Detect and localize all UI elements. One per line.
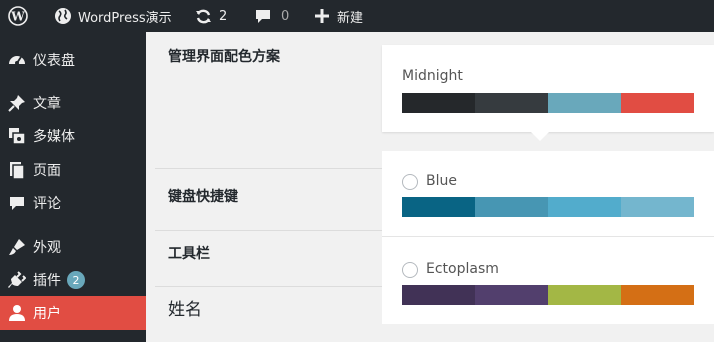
palette-color <box>548 285 621 305</box>
sidebar-item-posts[interactable]: 文章 <box>0 86 146 120</box>
dashboard-icon <box>8 51 26 69</box>
palette-color <box>475 93 548 113</box>
color-scheme-label: 管理界面配色方案 <box>168 49 280 65</box>
color-scheme-radio[interactable] <box>402 262 418 278</box>
palette-color <box>402 93 475 113</box>
sidebar-item-label: 评论 <box>33 196 61 212</box>
divider <box>155 230 382 231</box>
user-icon <box>8 304 26 322</box>
toolbar-label: 工具栏 <box>168 246 210 262</box>
sidebar-item-media[interactable]: 多媒体 <box>0 119 146 153</box>
comments-count: 0 <box>281 8 290 24</box>
palette-color <box>548 93 621 113</box>
sidebar-item-pages[interactable]: 页面 <box>0 153 146 187</box>
palette-color <box>621 93 694 113</box>
sidebar-item-users[interactable]: 用户 <box>0 296 146 330</box>
wordpress-logo-icon[interactable]: W <box>8 0 28 32</box>
palette-color <box>621 285 694 305</box>
sidebar-item-label: 仪表盘 <box>33 53 75 69</box>
sidebar-item-appearance[interactable]: 外观 <box>0 230 146 264</box>
site-name-link[interactable]: WordPress演示 <box>54 0 172 32</box>
color-scheme-name: Blue <box>426 173 457 189</box>
sidebar-item-comments[interactable]: 评论 <box>0 186 146 220</box>
admin-bar: W WordPress演示 2 0 新建 <box>0 0 714 32</box>
sidebar-item-label: 插件 <box>33 273 61 289</box>
comments-link[interactable]: 0 <box>255 0 289 32</box>
sidebar-item-label: 多媒体 <box>33 129 75 145</box>
keyboard-shortcuts-label: 键盘快捷键 <box>168 189 238 205</box>
plugin-update-badge: 2 <box>67 271 85 289</box>
sidebar-item-label: 外观 <box>33 240 61 256</box>
globe-icon <box>54 7 72 25</box>
palette-color <box>475 197 548 217</box>
divider <box>155 286 382 287</box>
plugin-icon <box>8 271 27 289</box>
sidebar-item-label: 用户 <box>33 306 61 322</box>
color-scheme-option-ectoplasm[interactable]: Ectoplasm <box>382 237 714 324</box>
divider <box>155 168 382 169</box>
new-content-label: 新建 <box>337 10 364 26</box>
color-scheme-radio[interactable] <box>402 174 418 190</box>
updates-count: 2 <box>219 8 228 24</box>
appearance-brush-icon <box>8 238 26 256</box>
site-name: WordPress演示 <box>78 10 172 26</box>
sidebar-item-plugins[interactable]: 插件 2 <box>0 263 146 297</box>
svg-text:W: W <box>10 10 25 24</box>
new-content-link[interactable]: 新建 <box>315 0 363 32</box>
sidebar-item-dashboard[interactable]: 仪表盘 <box>0 43 146 77</box>
color-scheme-name: Ectoplasm <box>426 261 499 277</box>
color-palette <box>402 285 694 305</box>
color-scheme-name: Midnight <box>402 68 463 84</box>
palette-color <box>621 197 694 217</box>
admin-sidebar: 仪表盘 文章 多媒体 页面 评论 外观 插件 2 用户 <box>0 32 146 342</box>
comment-bubble-icon <box>255 8 271 24</box>
palette-color <box>402 197 475 217</box>
color-scheme-option-midnight[interactable]: Midnight <box>382 45 714 132</box>
sidebar-item-label: 页面 <box>33 163 61 179</box>
plus-icon <box>315 9 329 23</box>
color-palette <box>402 93 694 113</box>
refresh-icon <box>195 8 212 25</box>
palette-color <box>402 285 475 305</box>
media-icon <box>8 127 26 145</box>
updates-link[interactable]: 2 <box>195 0 227 32</box>
pushpin-icon <box>8 94 26 112</box>
color-palette <box>402 197 694 217</box>
palette-color <box>475 285 548 305</box>
pages-icon <box>8 161 26 180</box>
palette-color <box>548 197 621 217</box>
comment-icon <box>8 194 26 212</box>
sidebar-item-label: 文章 <box>33 96 61 112</box>
selected-pointer <box>531 132 549 141</box>
name-heading: 姓名 <box>168 300 202 320</box>
color-scheme-option-blue[interactable]: Blue <box>382 151 714 236</box>
